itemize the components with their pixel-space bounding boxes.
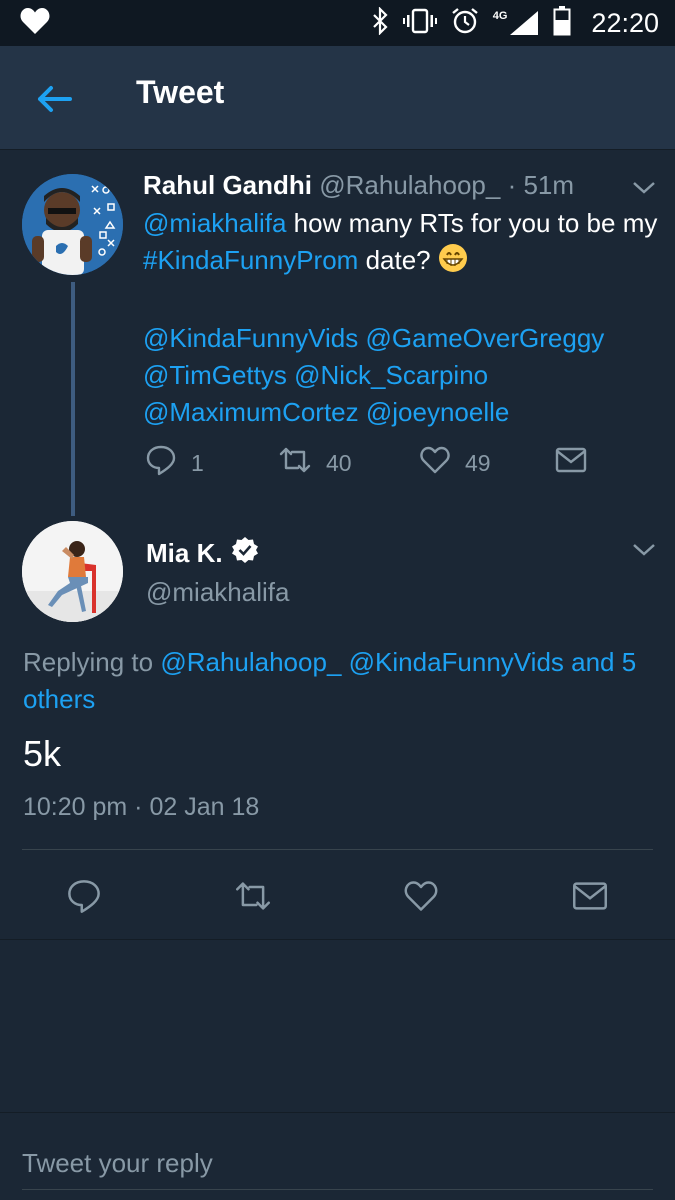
mention-links[interactable]: @KindaFunnyVids @GameOverGreggy [143,323,604,353]
replying-prefix: Replying to [23,647,161,677]
like-count: 49 [465,449,491,476]
status-icons: 4G 22:20 [371,5,659,41]
retweet-icon[interactable] [233,878,273,919]
tweet-header: Rahul Gandhi @Rahulahoop_ · 51m [143,170,574,201]
message-icon[interactable] [572,880,608,917]
retweet-count: 40 [326,449,352,476]
bluetooth-icon [371,5,389,40]
author-handle[interactable]: @miakhalifa [146,577,289,608]
vibrate-icon [402,7,437,40]
retweet-icon [278,444,312,482]
hashtag-link[interactable]: #KindaFunnyProm [143,245,358,275]
replying-to: Replying to @Rahulahoop_ @KindaFunnyVids… [23,644,653,718]
message-button[interactable] [555,446,587,480]
divider [0,1112,675,1113]
mention-links[interactable]: @TimGettys @Nick_Scarpino [143,360,488,390]
tweet-text-part: date? [358,245,438,275]
reply-input[interactable] [22,1138,653,1190]
author-name[interactable]: Mia K. [146,538,223,569]
author-name-row: Mia K. [146,536,259,571]
grinning-emoji-icon [438,243,468,283]
author-handle[interactable]: @Rahulahoop_ [319,170,500,200]
network-label: 4G [492,10,508,22]
tweet-time: · 51m [507,170,575,200]
tweet-actions [0,870,675,920]
battery-icon [553,5,571,41]
signal-icon: 4G [493,10,540,36]
tweet-text: @miakhalifa how many RTs for you to be m… [143,205,668,431]
heart-icon [20,7,50,40]
status-time: 22:20 [591,7,659,38]
reply-count: 1 [191,449,204,476]
mention-links[interactable]: @MaximumCortez @joeynoelle [143,397,509,427]
mention-link[interactable]: @miakhalifa [143,208,286,238]
like-icon[interactable] [403,878,439,919]
status-bar: 4G 22:20 [0,0,675,46]
reply-icon [145,444,177,482]
reply-button[interactable]: 1 [145,444,204,482]
message-icon [555,446,587,480]
app-bar: Tweet [0,46,675,150]
arrow-left-icon[interactable] [34,79,74,119]
tweet-text-part: how many RTs for you to be my [286,208,658,238]
avatar[interactable] [22,521,123,622]
page-title: Tweet [136,74,225,110]
verified-badge-icon [231,536,259,571]
chevron-down-icon[interactable] [630,178,658,198]
divider [0,939,675,940]
divider [22,849,653,850]
replying-to-user[interactable]: @Rahulahoop_ [160,647,341,677]
tweet-text: 5k [23,733,62,774]
tweet-actions: 1 40 49 [145,444,605,480]
thread-line [71,282,75,516]
alarm-icon [451,7,479,40]
avatar[interactable] [22,174,123,275]
like-icon [419,444,451,482]
retweet-button[interactable]: 40 [278,444,352,482]
reply-icon[interactable] [66,878,102,919]
like-button[interactable]: 49 [419,444,491,482]
author-name[interactable]: Rahul Gandhi [143,170,312,200]
tweet-timestamp: 10:20 pm · 02 Jan 18 [23,793,260,821]
chevron-down-icon[interactable] [630,540,658,560]
